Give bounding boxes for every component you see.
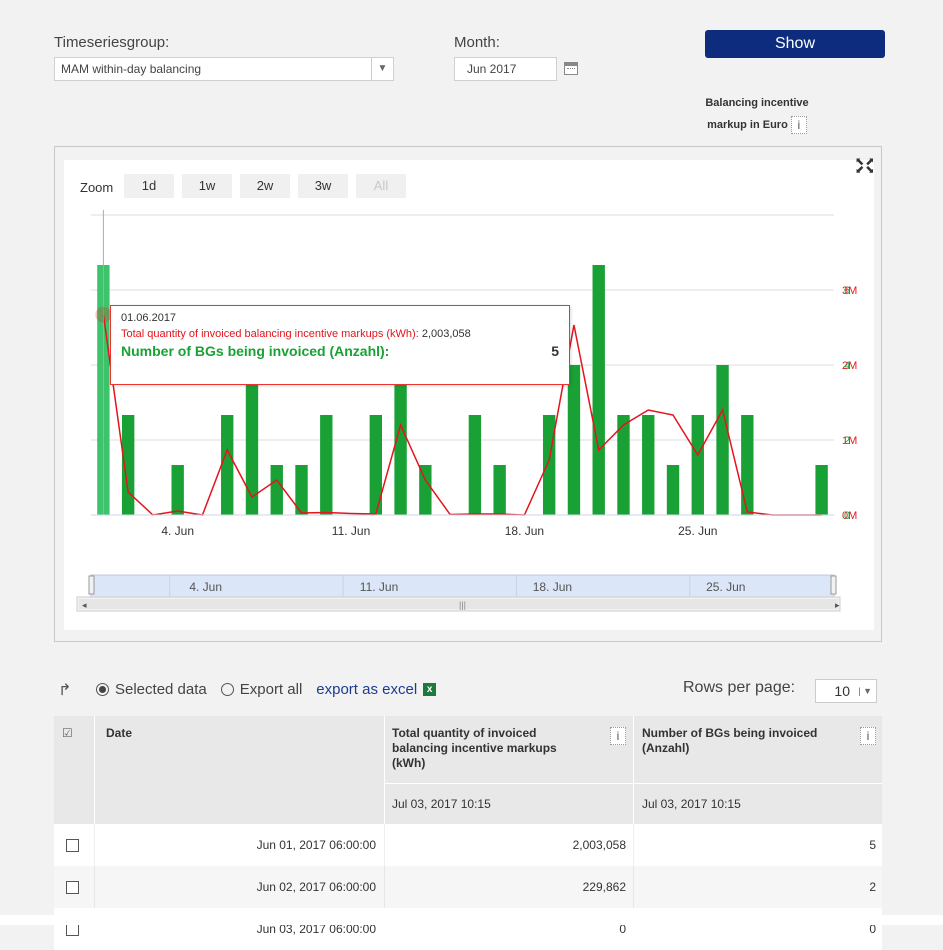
rows-per-page-label: Rows per page: [683,679,796,696]
chart-bar [542,415,556,515]
incentive-title-line2: markup in Euro i [688,114,826,136]
row-count: 2 [869,880,876,894]
selected-data-label: Selected data [115,681,207,698]
scroll-left-icon: ◂ [82,600,87,610]
tooltip-date: 01.06.2017 [121,312,177,324]
x-tick-label: 18. Jun [505,524,544,538]
navigator-handle-right [830,575,837,595]
info-icon[interactable]: i [610,727,626,745]
chart-bar [419,465,432,515]
chart-bar [468,415,482,515]
select-all-icon[interactable]: ☑ [62,726,73,740]
row-checkbox[interactable] [66,839,79,852]
timeseries-value: MAM within-day balancing [61,62,202,76]
show-button[interactable]: Show [705,30,885,58]
chart-bar [493,465,506,515]
timeseries-label: Timeseriesgroup: [54,34,170,51]
chart-bar [741,415,754,515]
cell-divider [384,866,385,908]
y-left-tick-label: 6 [844,285,850,297]
table-row[interactable]: Jun 01, 2017 06:00:00 2,003,058 5 [54,824,882,866]
chart-bar [567,365,581,515]
chart-bar [666,465,680,515]
y-left-tick-label: 0 [844,510,850,522]
rows-per-page-value: 10 [834,683,850,699]
chart-bar [592,265,605,515]
row-count: 5 [869,838,876,852]
row-total: 2,003,058 [572,838,626,852]
chevron-down-icon[interactable]: ▼ [371,58,393,80]
export-all-label: Export all [239,681,303,698]
export-excel-link[interactable]: export as excel [316,681,417,698]
scroll-right-icon: ▸ [835,600,840,610]
cell-divider [633,824,634,866]
chart-bar [642,415,655,515]
table-row[interactable]: Jun 02, 2017 06:00:00 229,862 2 [54,866,882,908]
cell-divider [633,866,634,908]
page-bottom-bar [0,915,943,925]
tooltip-series2: Number of BGs being invoiced (Anzahl): 5 [121,343,559,359]
share-icon[interactable]: ↱ [58,680,71,700]
chart-bar [270,465,283,515]
chevron-down-icon[interactable]: | ▼ [858,680,872,702]
col-header-count[interactable]: Number of BGs being invoiced (Anzahl) [642,726,842,756]
count-timestamp: Jul 03, 2017 10:15 [642,797,741,811]
chart-bar [171,465,184,515]
row-date: Jun 02, 2017 06:00:00 [256,880,376,894]
calendar-icon[interactable] [564,62,578,75]
chart-bar [716,365,729,515]
excel-icon[interactable]: x [423,683,437,696]
export-options: Selected data Export all export as excel… [96,681,437,698]
cell-divider [94,824,95,866]
month-input[interactable]: Jun 2017 [454,57,557,81]
chart-bar [320,415,333,515]
x-tick-label: 11. Jun [332,524,370,538]
col-header-date[interactable]: Date [106,726,132,740]
timeseries-select[interactable]: MAM within-day balancing ▼ [54,57,394,81]
chart-bar [221,415,234,515]
tooltip-series1: Total quantity of invoiced balancing inc… [121,328,471,340]
info-icon[interactable]: i [860,727,876,745]
navigator-label: 4. Jun [189,580,222,594]
cell-divider [384,824,385,866]
chart-bar [815,465,828,515]
radio-selected-data[interactable] [96,683,109,696]
row-checkbox[interactable] [66,881,79,894]
scroll-grip-icon: ||| [459,600,466,610]
x-tick-label: 4. Jun [161,524,194,538]
navigator-label: 18. Jun [533,580,572,594]
navigator-handle-left [88,575,95,595]
chart-bar [691,415,704,515]
incentive-title: Balancing incentive markup in Euro i [688,92,826,136]
chart-bar [245,365,259,515]
hover-marker [95,306,112,323]
col-divider [94,716,95,824]
total-timestamp: Jul 03, 2017 10:15 [392,797,491,811]
rows-per-page-select[interactable]: 10 | ▼ [815,679,877,703]
incentive-title-line1: Balancing incentive [705,97,809,109]
month-label: Month: [454,34,500,51]
row-divider [384,783,882,784]
row-date: Jun 01, 2017 06:00:00 [256,838,376,852]
col-divider [633,716,634,824]
radio-export-all[interactable] [220,683,234,696]
row-total: 229,862 [582,880,626,894]
chart-svg: 4. Jun 11. Jun 18. Jun 25. Jun0M01M22M43M64… [76,210,857,612]
cell-divider [94,866,95,908]
info-icon[interactable]: i [790,116,807,135]
navigator-label: 11. Jun [360,580,398,594]
chart-tooltip: 01.06.2017 Total quantity of invoiced ba… [110,305,570,385]
y-left-tick-label: 4 [844,360,850,372]
col-header-total[interactable]: Total quantity of invoiced balancing inc… [392,726,592,771]
navigator-label: 25. Jun [706,580,745,594]
x-tick-label: 25. Jun [678,524,717,538]
y-left-tick-label: 2 [844,435,850,447]
col-divider [384,716,385,824]
